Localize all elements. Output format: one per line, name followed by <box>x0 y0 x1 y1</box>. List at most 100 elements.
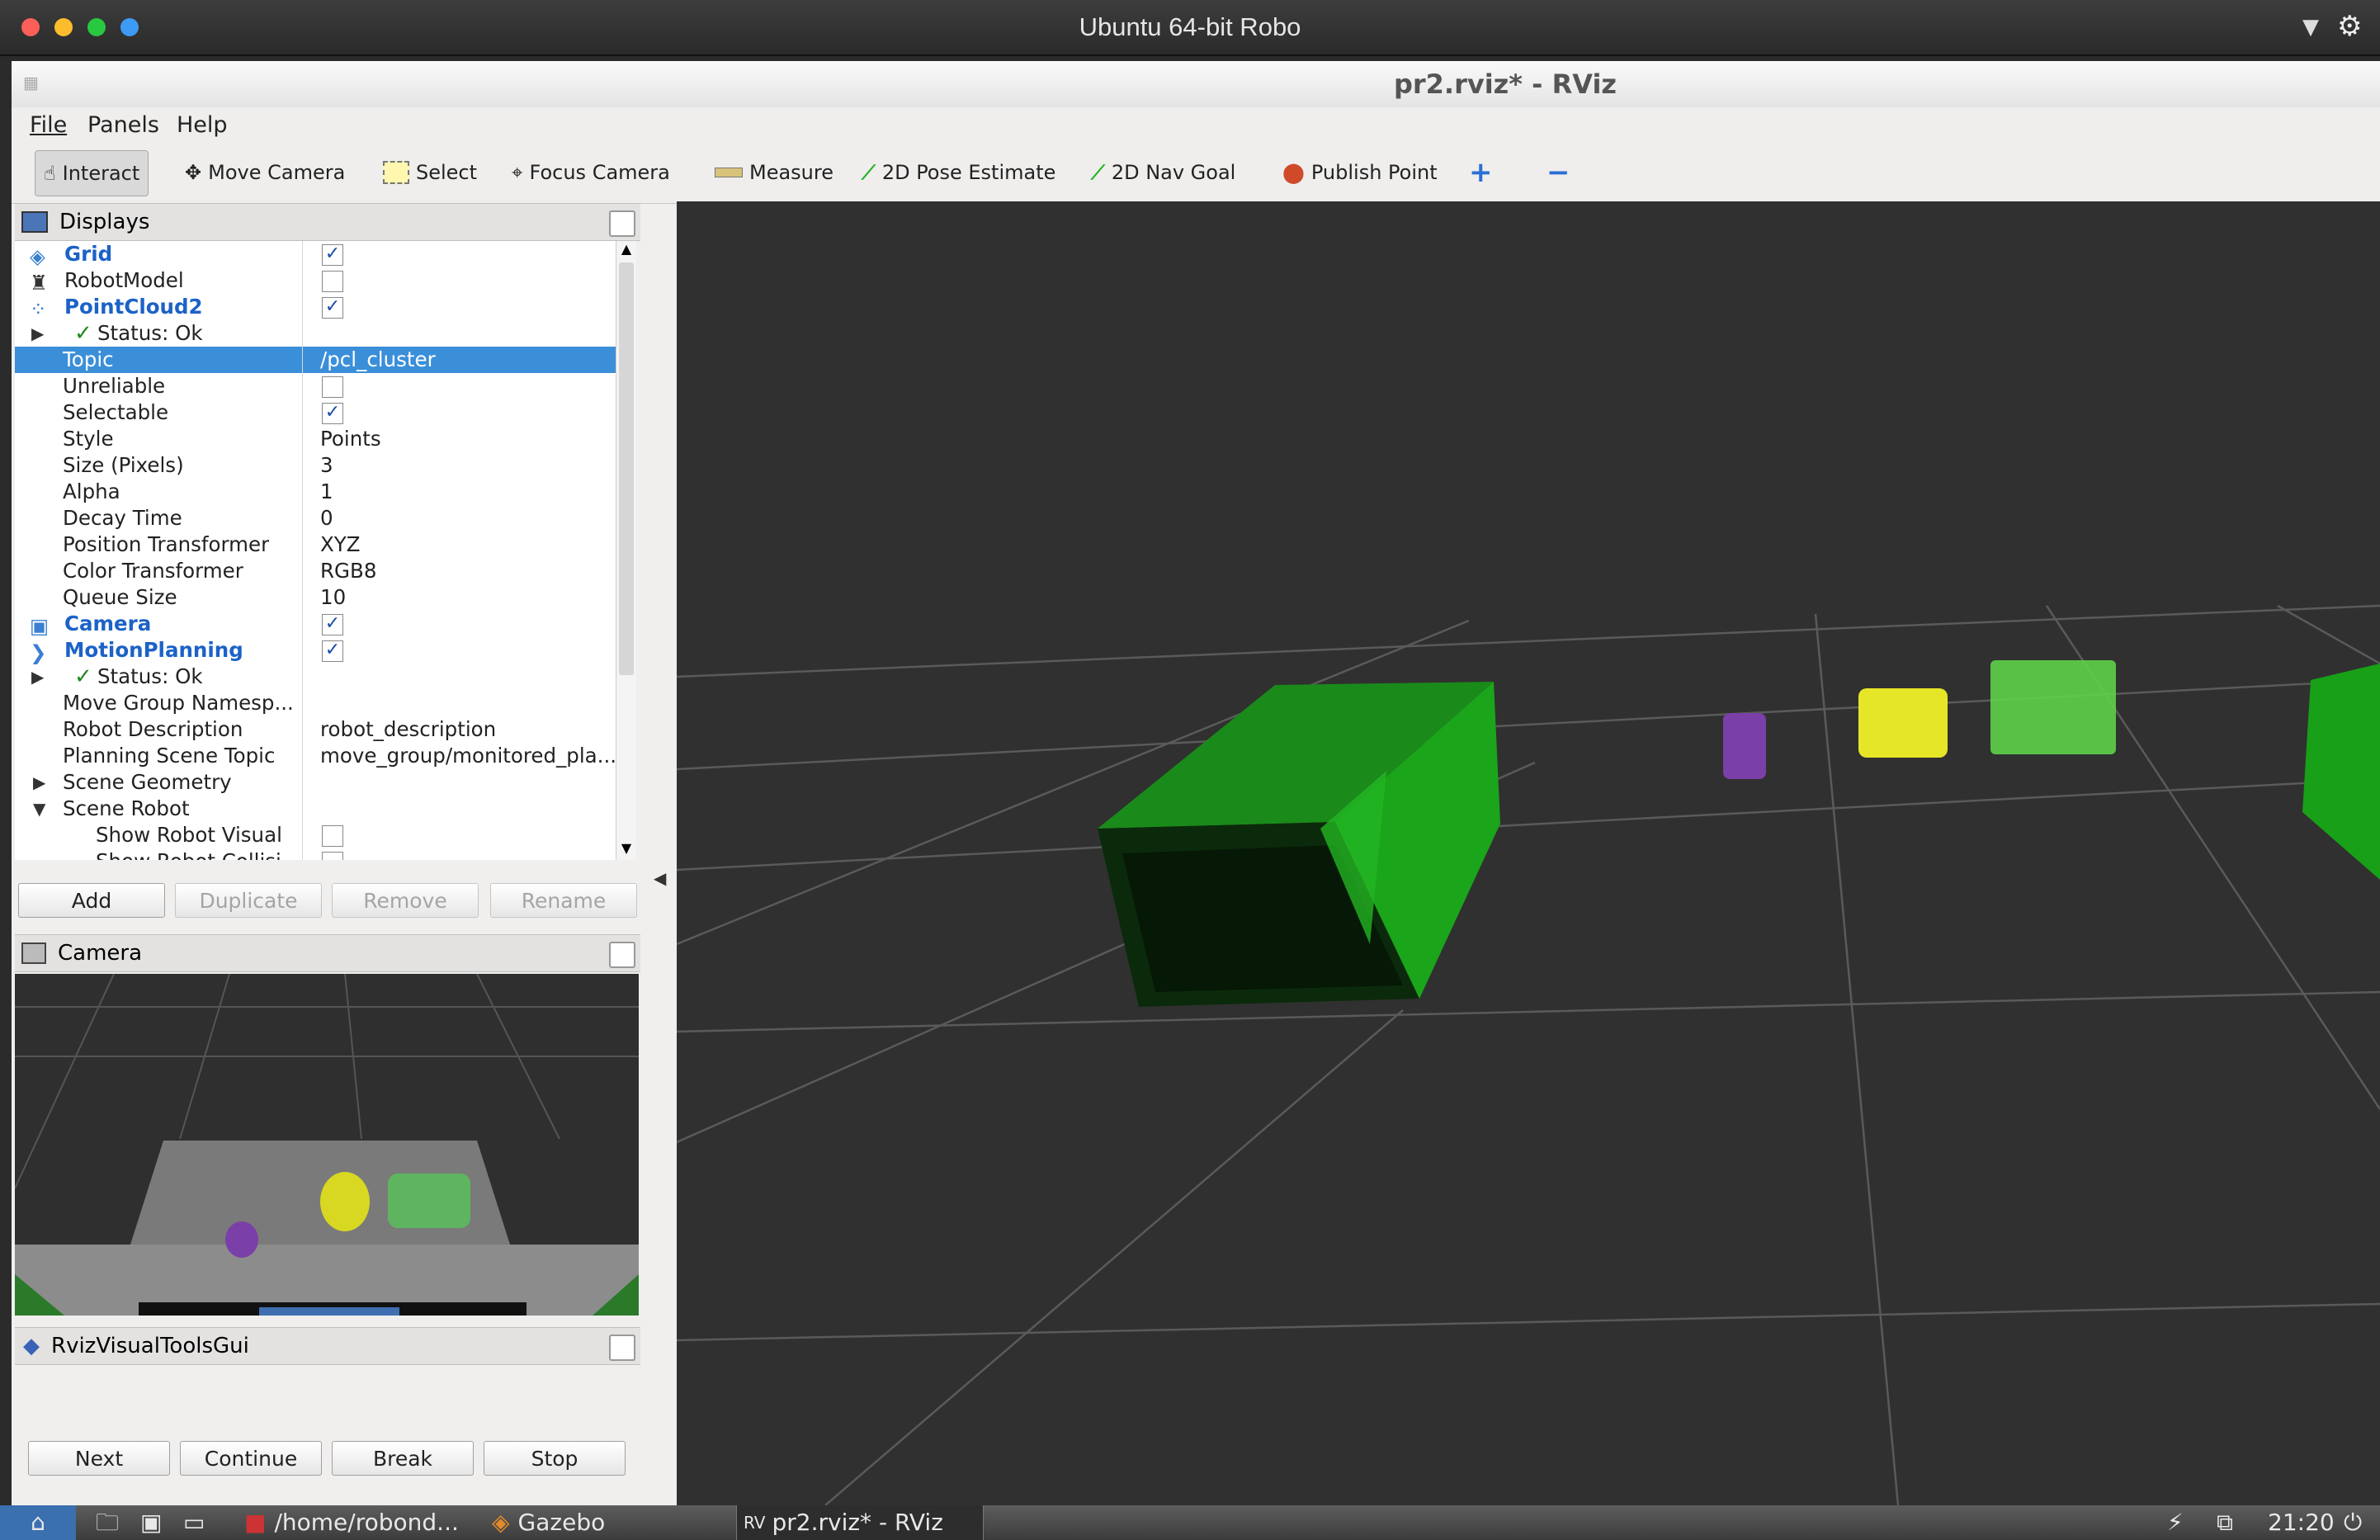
add-tool-icon[interactable]: + <box>1469 150 1493 195</box>
display-property-value[interactable]: 0 <box>320 505 333 531</box>
window-icon[interactable]: ▭ <box>183 1505 205 1540</box>
display-tree-row[interactable]: Topic/pcl_cluster <box>15 347 622 373</box>
display-tree-row[interactable]: Style Points <box>15 426 622 452</box>
expand-right-icon[interactable]: ▶ <box>33 769 45 796</box>
rviz-window-title: pr2.rviz* - RViz <box>1393 68 1617 100</box>
column-divider[interactable] <box>302 241 303 860</box>
display-tree-row[interactable]: Unreliable <box>15 373 622 399</box>
display-property-value[interactable]: Points <box>320 426 381 452</box>
display-tree-row[interactable]: ⁘ PointCloud2 ✓ <box>15 294 622 321</box>
display-tree-row[interactable]: Position Transformer XYZ <box>15 531 622 558</box>
display-tree-row[interactable]: Robot Description robot_description <box>15 716 622 743</box>
3d-viewport[interactable] <box>676 201 2380 1506</box>
camera-image-view[interactable] <box>15 974 639 1316</box>
taskbar-item-rviz[interactable]: RV pr2.rviz* - RViz <box>736 1505 984 1540</box>
display-enable-checkbox[interactable]: ✓ <box>322 614 343 635</box>
publish-point-tool-button[interactable]: ⬤ Publish Point <box>1282 150 1438 195</box>
display-tree-row[interactable]: ♜ RobotModel <box>15 267 622 295</box>
displays-scrollbar[interactable]: ▲ ▼ <box>616 241 636 860</box>
display-tree-row[interactable]: Planning Scene Topic move_group/monitored… <box>15 743 622 769</box>
display-property-label: Planning Scene Topic <box>63 744 276 768</box>
display-tree-row[interactable]: ❯ MotionPlanning ✓ <box>15 637 622 664</box>
menu-help[interactable]: Help <box>177 112 228 138</box>
taskbar-item-gazebo[interactable]: ◈ Gazebo <box>492 1505 605 1540</box>
select-tool-button[interactable]: Select <box>383 150 477 195</box>
display-tree-row[interactable]: Move Group Namesp... <box>15 690 622 716</box>
display-tree-row[interactable]: Show Robot Collisi <box>15 848 622 860</box>
taskbar: ⌂ 🗀 ▣ ▭ ■/home/robond... ◈ Gazebo RV pr2.r… <box>0 1505 2380 1540</box>
visual-tools-panel-close[interactable] <box>609 1335 635 1361</box>
folder-icon[interactable]: 🗀 <box>96 1505 119 1540</box>
display-tree-row[interactable]: ▶ ✓ Status: Ok <box>15 320 622 347</box>
display-property-value[interactable]: RGB8 <box>320 558 376 584</box>
display-enable-checkbox[interactable]: ✓ <box>322 297 343 319</box>
display-tree-row[interactable]: ▶ ✓ Status: Ok <box>15 664 622 690</box>
dropdown-icon[interactable]: ▼ <box>2302 15 2319 40</box>
display-tree-row[interactable]: Selectable ✓ <box>15 399 622 426</box>
scroll-up-icon[interactable]: ▲ <box>616 241 636 261</box>
focus-camera-tool-button[interactable]: ⌖ Focus Camera <box>512 150 670 195</box>
next-button[interactable]: Next <box>28 1441 170 1476</box>
display-enable-checkbox[interactable] <box>322 852 343 860</box>
taskbar-item-terminal[interactable]: ■/home/robond... <box>244 1505 459 1540</box>
scroll-thumb[interactable] <box>619 262 634 675</box>
move-camera-tool-button[interactable]: ✥ Move Camera <box>185 150 345 195</box>
remove-tool-icon[interactable]: − <box>1547 150 1570 195</box>
start-menu-icon[interactable]: ⌂ <box>0 1505 76 1540</box>
map-pin-icon: ⬤ <box>1282 161 1305 184</box>
display-enable-checkbox[interactable] <box>322 271 343 292</box>
network-icon[interactable]: ⧉ <box>2217 1505 2233 1540</box>
menu-panels[interactable]: Panels <box>87 112 159 138</box>
gear-icon[interactable]: ⚙ <box>2337 10 2362 43</box>
display-enable-checkbox[interactable]: ✓ <box>322 403 343 424</box>
display-property-value[interactable]: /pcl_cluster <box>320 347 436 373</box>
camera-panel-close[interactable] <box>609 942 635 968</box>
expand-right-icon[interactable]: ▶ <box>31 320 44 347</box>
display-tree-row[interactable]: ▼ Scene Robot <box>15 796 622 822</box>
display-tree-row[interactable]: ◈ Grid ✓ <box>15 241 622 268</box>
display-tree-row[interactable]: ▣ Camera ✓ <box>15 611 622 638</box>
display-tree-row[interactable]: Color Transformer RGB8 <box>15 558 622 584</box>
rviz-title-bar: ▦ pr2.rviz* - RViz <box>12 61 2380 108</box>
display-tree-row[interactable]: Alpha 1 <box>15 479 622 505</box>
rename-display-button[interactable]: Rename <box>490 883 637 918</box>
yellow-point-cloud <box>1858 688 1948 758</box>
display-enable-checkbox[interactable]: ✓ <box>322 244 343 266</box>
display-tree-row[interactable]: Queue Size 10 <box>15 584 622 611</box>
2d-pose-estimate-tool-button[interactable]: ⟋ 2D Pose Estimate <box>862 150 1055 195</box>
power-icon[interactable]: ⏻ <box>2344 1505 2362 1540</box>
display-property-value[interactable]: 1 <box>320 479 333 505</box>
expand-down-icon[interactable]: ▼ <box>33 796 45 822</box>
remove-display-button[interactable]: Remove <box>332 883 479 918</box>
add-display-button[interactable]: Add <box>18 883 165 918</box>
power-bolt-icon[interactable]: ⚡ <box>2167 1505 2184 1540</box>
diamond-icon: ◆ <box>23 1334 40 1358</box>
display-tree-row[interactable]: Size (Pixels) 3 <box>15 452 622 479</box>
expand-right-icon[interactable]: ▶ <box>31 664 44 690</box>
display-enable-checkbox[interactable]: ✓ <box>322 640 343 662</box>
collapse-panel-icon[interactable]: ◀ <box>654 868 666 888</box>
break-button[interactable]: Break <box>332 1441 474 1476</box>
display-property-value[interactable]: robot_description <box>320 716 496 743</box>
display-tree-row[interactable]: Decay Time 0 <box>15 505 622 531</box>
desktop-icon[interactable]: ▣ <box>140 1505 162 1540</box>
display-tree-row[interactable]: Show Robot Visual <box>15 822 622 848</box>
display-enable-checkbox[interactable] <box>322 825 343 847</box>
continue-button[interactable]: Continue <box>180 1441 322 1476</box>
display-property-value[interactable]: move_group/monitored_pla... <box>320 743 616 769</box>
measure-tool-button[interactable]: Measure <box>715 150 833 195</box>
display-tree-row[interactable]: ▶ Scene Geometry <box>15 769 622 796</box>
display-property-value[interactable]: 3 <box>320 452 333 479</box>
display-property-value[interactable]: 10 <box>320 584 346 611</box>
duplicate-display-button[interactable]: Duplicate <box>175 883 322 918</box>
interact-tool-button[interactable]: ☝ Interact <box>35 150 149 196</box>
stop-button[interactable]: Stop <box>484 1441 626 1476</box>
menu-file[interactable]: File <box>30 112 67 138</box>
2d-nav-goal-tool-button[interactable]: ⟋ 2D Nav Goal <box>1091 150 1235 195</box>
display-property-label: Style <box>63 427 114 451</box>
displays-panel-close[interactable] <box>609 210 635 237</box>
display-property-value[interactable]: XYZ <box>320 531 361 558</box>
scroll-down-icon[interactable]: ▼ <box>616 840 636 860</box>
display-enable-checkbox[interactable] <box>322 376 343 398</box>
gazebo-icon: ◈ <box>492 1509 510 1536</box>
